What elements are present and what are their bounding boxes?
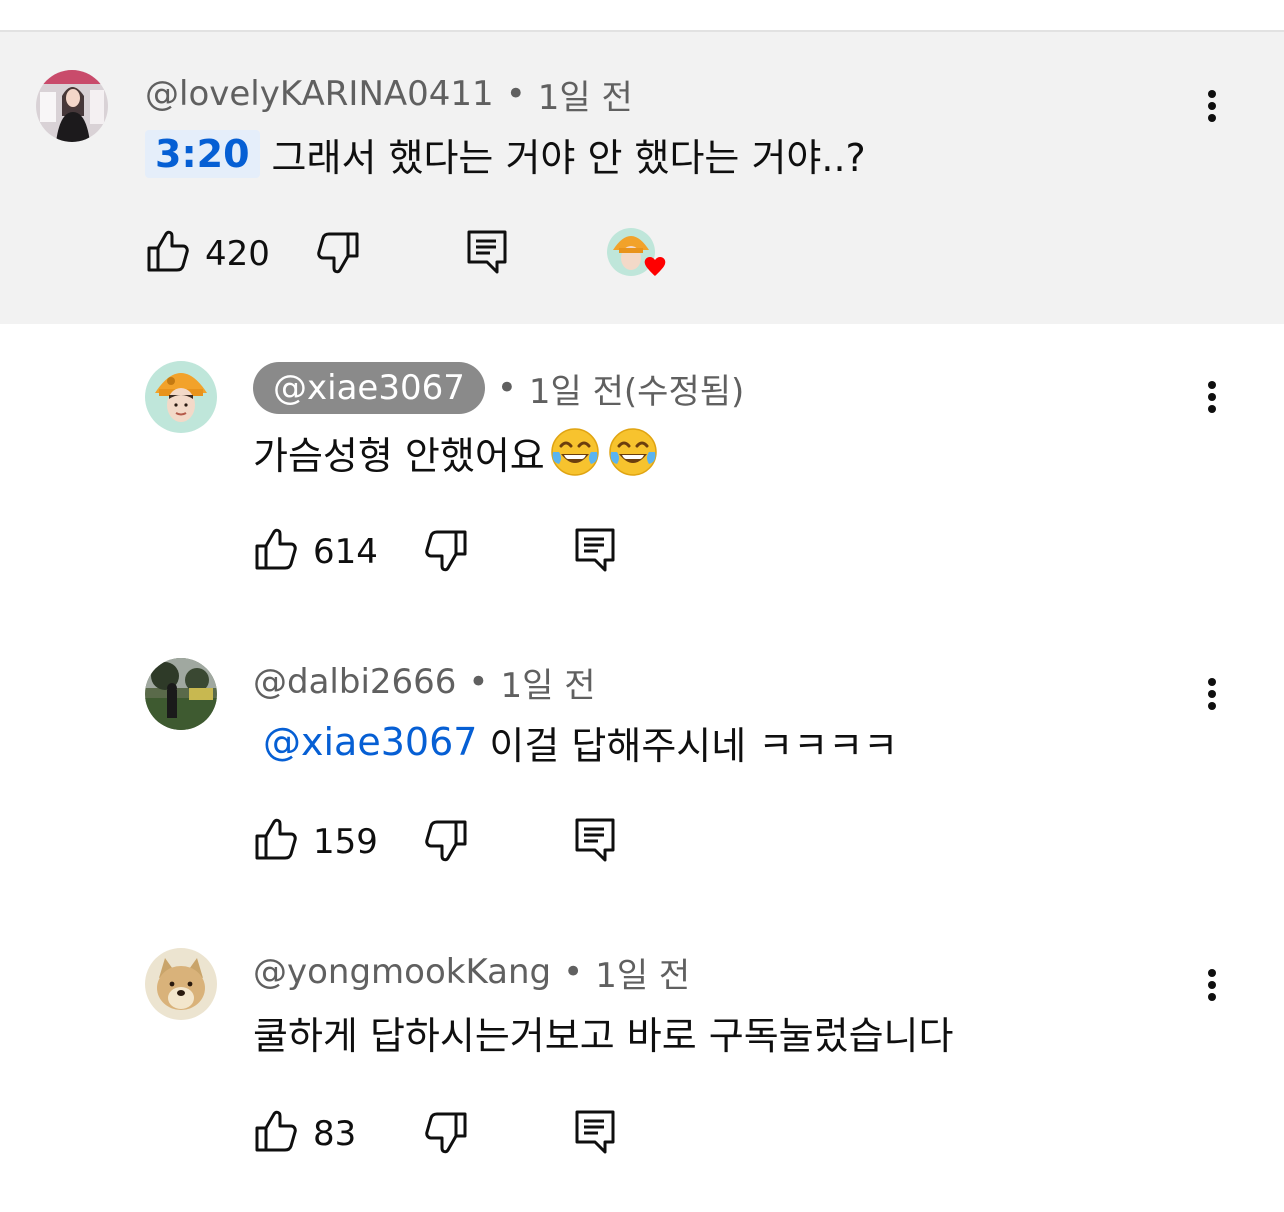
video-timestamp-link[interactable]: 3:20 [145,130,260,178]
thumbs-down-icon[interactable] [421,816,469,864]
more-options-button[interactable] [1192,76,1232,136]
reply-icon[interactable] [571,816,619,864]
comment-text: 3:20 그래서 했다는 거야 안 했다는 거야..? [145,128,866,180]
more-options-button[interactable] [1192,367,1232,427]
like-count: 420 [205,234,270,274]
tears-of-joy-emoji [607,426,659,478]
comment-actions: 159 [253,816,853,876]
comment-text: 가슴성형 안했어요 [253,424,659,480]
separator-dot: • [496,368,517,408]
comment-author[interactable]: @lovelyKARINA0411 [145,74,494,114]
comment-header: @lovelyKARINA0411 • 1일 전 [145,68,633,120]
comment-time: 1일 전 [500,665,596,706]
separator-dot: • [505,74,526,114]
separator-dot: • [468,662,489,702]
thumbs-down-icon[interactable] [421,1108,469,1156]
comment-text: 쿨하게 답하시는거보고 바로 구독눌렀습니다 [253,1006,953,1058]
comment-time: 1일 전(수정됨) [528,371,745,412]
avatar[interactable] [145,658,217,730]
like-count: 614 [313,532,378,572]
thumbs-up-icon[interactable] [253,816,301,864]
mention-link[interactable]: @xiae3067 [263,720,477,764]
comment-text: @xiae3067 이걸 답해주시네 ㅋㅋㅋㅋ [263,716,898,768]
comment-actions: 420 [145,228,745,288]
more-options-button[interactable] [1192,955,1232,1015]
comment-body: 가슴성형 안했어요 [253,433,545,478]
thumbs-down-icon[interactable] [313,228,361,276]
creator-author-badge[interactable]: @xiae3067 [253,362,485,414]
thumbs-up-icon[interactable] [253,1108,301,1156]
comment-actions: 83 [253,1108,853,1168]
like-count: 83 [313,1114,357,1154]
reply-icon[interactable] [463,228,511,276]
comment-time: 1일 전 [537,77,633,118]
avatar[interactable] [145,361,217,433]
avatar[interactable] [36,70,108,142]
tears-of-joy-emoji [549,426,601,478]
thumbs-up-icon[interactable] [253,526,301,574]
reply-icon[interactable] [571,526,619,574]
comment-body: 그래서 했다는 거야 안 했다는 거야..? [271,135,866,180]
creator-heart-badge [607,228,677,288]
comment-header: @dalbi2666 • 1일 전 [253,656,595,708]
comment-actions: 614 [253,526,853,586]
like-count: 159 [313,822,378,862]
comment-header: @yongmookKang • 1일 전 [253,946,690,998]
comment-author[interactable]: @yongmookKang [253,952,551,992]
comment-time: 1일 전 [595,955,691,996]
comment-header: @xiae3067 • 1일 전(수정됨) [253,362,744,414]
more-options-button[interactable] [1192,664,1232,724]
thumbs-down-icon[interactable] [421,526,469,574]
comment-body: 쿨하게 답하시는거보고 바로 구독눌렀습니다 [253,1013,954,1058]
avatar[interactable] [145,948,217,1020]
comment-body: 이걸 답해주시네 ㅋㅋㅋㅋ [489,723,899,768]
separator-dot: • [563,952,584,992]
comment-author[interactable]: @dalbi2666 [253,662,456,702]
thumbs-up-icon[interactable] [145,228,193,276]
heart-icon [644,257,666,276]
reply-icon[interactable] [571,1108,619,1156]
